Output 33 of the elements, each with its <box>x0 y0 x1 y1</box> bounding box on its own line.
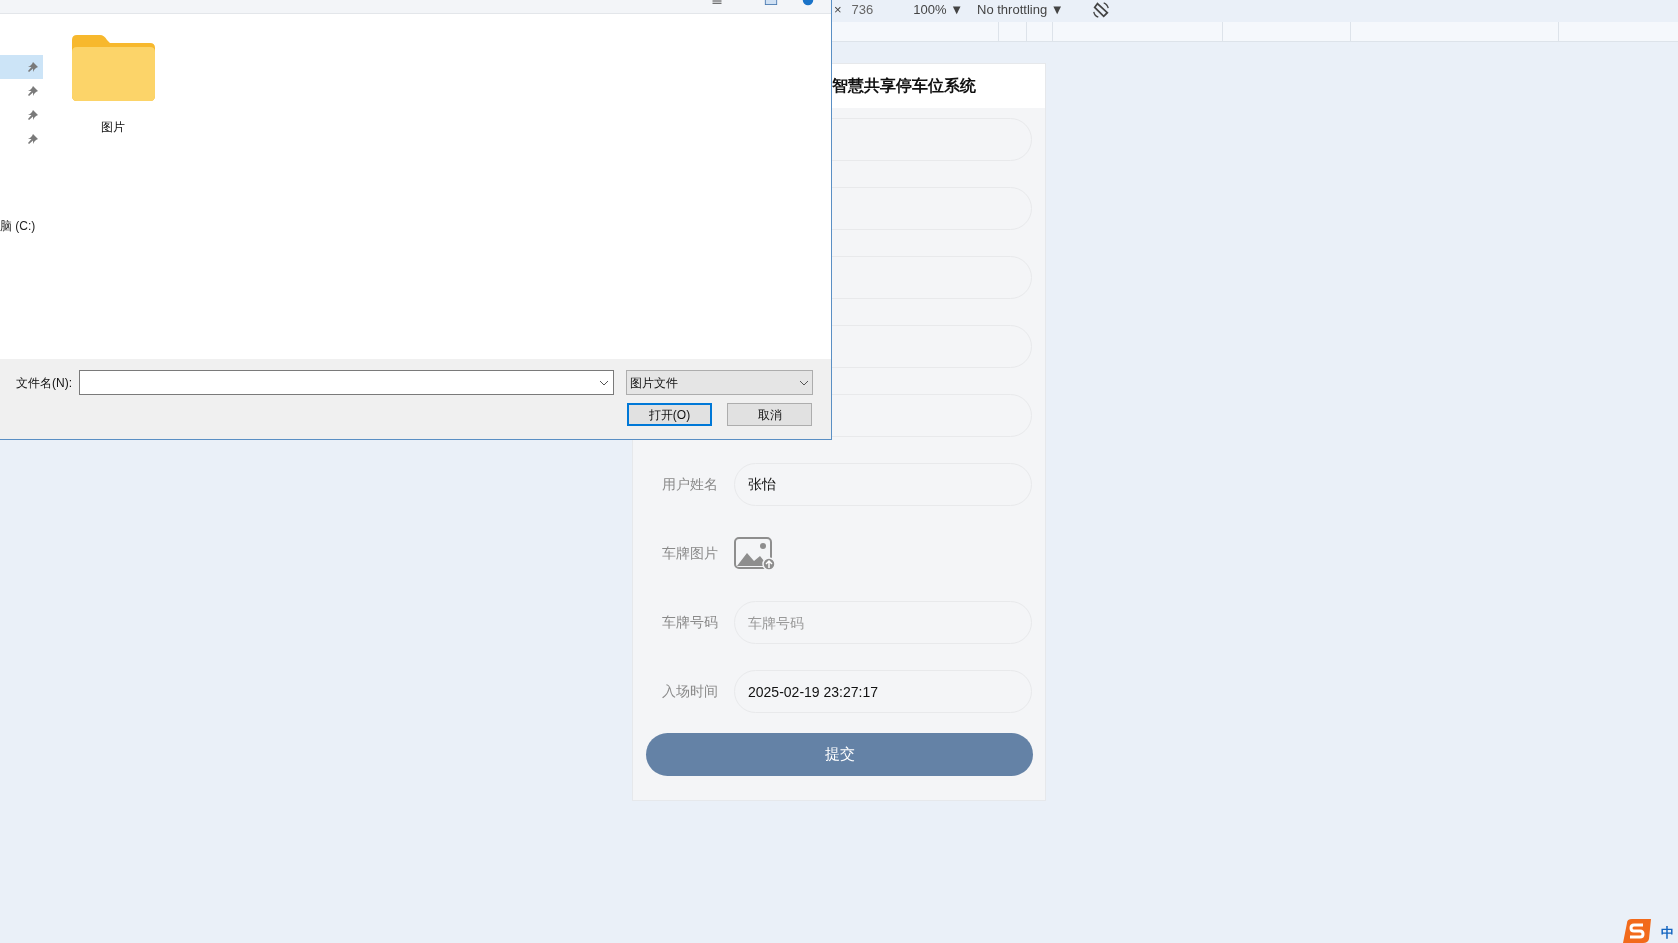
ime-mode[interactable]: 中 <box>1661 922 1674 942</box>
rotate-icon[interactable] <box>1091 1 1110 19</box>
close-glyph: × <box>834 1 842 20</box>
pin-icon <box>28 62 38 72</box>
dialog-button[interactable]: 打开(O) <box>627 403 712 426</box>
pin-icon <box>28 110 38 120</box>
chevron-icon <box>599 379 609 386</box>
pin-icon <box>28 86 38 96</box>
filename-label: 文件名(N): <box>16 374 73 392</box>
sidebar-item[interactable] <box>0 55 43 79</box>
form-title: 智慧共享停车位系统 <box>832 76 976 96</box>
input-field[interactable]: 2025-02-19 23:27:17 <box>734 670 1032 713</box>
pin-icon <box>28 134 38 144</box>
folder-item[interactable]: 图片 <box>68 34 158 136</box>
filename-field[interactable] <box>79 370 614 395</box>
zoom-dropdown[interactable]: 100% ▼ <box>913 0 964 20</box>
chevron-icon <box>799 379 809 386</box>
submit-button[interactable]: 提交 <box>646 733 1033 776</box>
height-value[interactable]: 736 <box>851 0 874 20</box>
field-label: 车牌图片 <box>662 545 718 561</box>
field-label: 入场时间 <box>662 683 718 699</box>
throttling-dropdown[interactable]: No throttling ▼ <box>977 0 1064 20</box>
field-label: 车牌号码 <box>662 614 718 630</box>
dialog-button[interactable]: 取消 <box>727 403 812 426</box>
input-field[interactable]: 张怡 <box>734 463 1032 506</box>
pane-view-icon[interactable] <box>764 0 778 5</box>
file-type-dropdown[interactable]: 图片文件 <box>626 370 813 395</box>
folder-icon <box>70 34 156 102</box>
field-label: 用户姓名 <box>662 476 718 492</box>
ime-logo-icon[interactable] <box>1623 919 1653 943</box>
sidebar-item[interactable]: 脑 (C:) <box>0 217 36 235</box>
image-upload-icon[interactable] <box>734 536 776 571</box>
input-field[interactable]: 车牌号码 <box>734 601 1032 644</box>
